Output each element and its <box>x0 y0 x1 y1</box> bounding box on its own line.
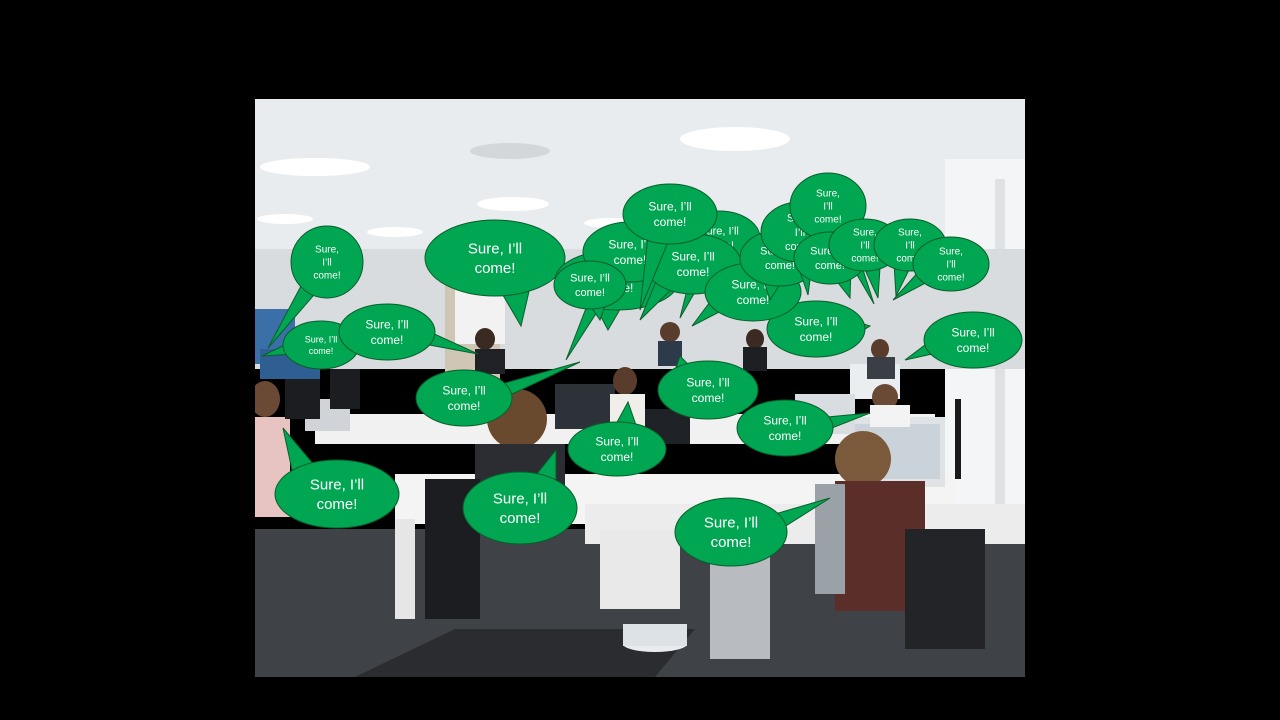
speech-bubble-text: Sure, I’llcome! <box>595 434 638 464</box>
speech-bubble-text: Sure, I’llcome! <box>794 314 837 344</box>
speech-bubble-text: Sure, I’llcome! <box>763 413 806 443</box>
speech-bubble-text: Sure, I’llcome! <box>951 325 994 355</box>
speech-bubble: Sure, I’llcome! <box>674 497 831 567</box>
speech-bubble: Sure, I’llcome! <box>657 355 759 420</box>
speech-bubble: Sure, I’llcome! <box>338 303 479 361</box>
speech-bubble: Sure, I’llcome! <box>904 311 1023 369</box>
speech-bubble-text: Sure, I’llcome! <box>442 383 485 413</box>
speech-bubble: Sure, I’llcome! <box>567 400 667 477</box>
speech-bubble-text: Sure, I’llcome! <box>305 334 338 356</box>
speech-bubble-text: Sure, I’llcome! <box>686 375 729 405</box>
speech-bubble: Sure, I’llcome! <box>462 448 578 545</box>
speech-bubbles-layer: Sure, I’ll come!Sure, I’ll come!Sure, I’ll c… <box>261 172 1023 567</box>
speech-bubble: Sure, I’llcome! <box>424 219 566 328</box>
speech-bubble: Sure, I’llcome! <box>736 399 871 457</box>
speech-bubble-text: Sure, I’llcome! <box>648 199 691 229</box>
speech-bubble-text: Sure, I’llcome! <box>671 249 714 279</box>
speech-bubble-text: Sure, I’llcome! <box>365 317 408 347</box>
speech-bubble: Sure, I’llcome! <box>274 427 400 529</box>
speech-bubble: Sure, I’llcome! <box>415 361 581 427</box>
